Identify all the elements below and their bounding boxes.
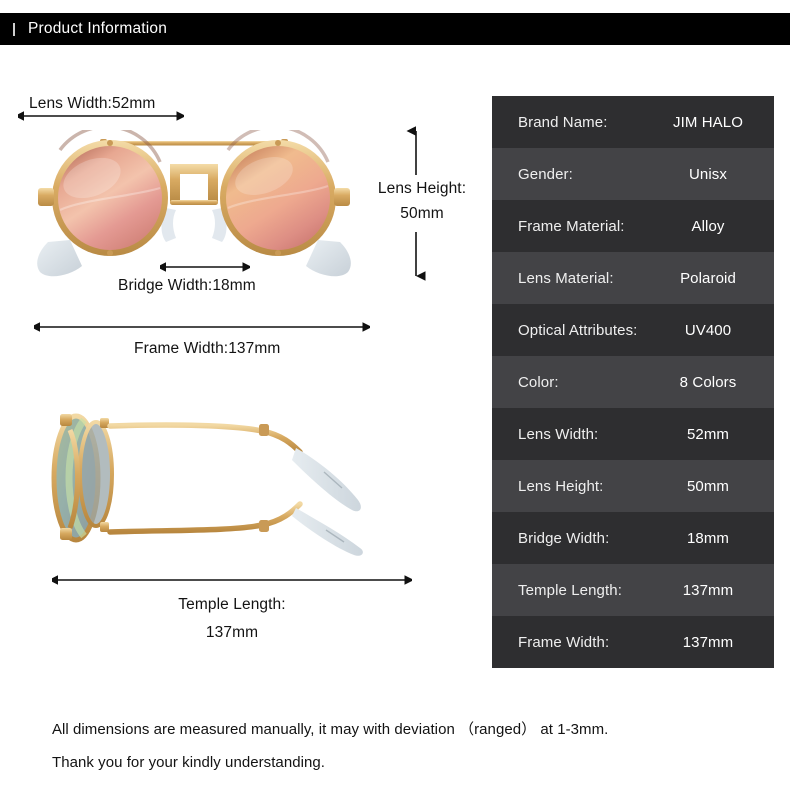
header-accent-tick [13, 22, 15, 36]
page-title: Product Information [28, 20, 168, 37]
sunglasses-side-view-image [51, 413, 363, 556]
footer-disclaimer: All dimensions are measured manually, it… [52, 713, 752, 779]
spec-value: 50mm [686, 477, 730, 495]
temple-length-dimension-label: Temple Length: 137mm [102, 591, 362, 647]
table-row: Brand Name: JIM HALO [492, 96, 774, 148]
spec-value: Alloy [691, 217, 725, 235]
table-row: Gender: Unisx [492, 148, 774, 200]
page-header: Product Information [0, 13, 790, 45]
spec-value: 18mm [686, 529, 730, 547]
bridge-width-dimension-label: Bridge Width:18mm [118, 277, 256, 294]
spec-label: Lens Height: [518, 477, 604, 495]
spec-value: 137mm [682, 581, 734, 599]
spec-label: Lens Material: [518, 269, 614, 287]
lens-height-label-line1: Lens Height: [377, 180, 467, 197]
table-row: Frame Material: Alloy [492, 200, 774, 252]
product-diagram-area: Lens Width:52mm Lens Height: 50mm Bridge… [0, 45, 490, 685]
table-row: Optical Attributes: UV400 [492, 304, 774, 356]
spec-value: 137mm [682, 633, 734, 651]
frame-width-dimension-label: Frame Width:137mm [134, 340, 281, 357]
spec-label: Color: [518, 373, 559, 391]
table-row: Lens Material: Polaroid [492, 252, 774, 304]
table-row: Temple Length: 137mm [492, 564, 774, 616]
specification-table: Brand Name: JIM HALO Gender: Unisx Frame… [492, 96, 774, 668]
spec-value: Unisx [688, 165, 727, 183]
table-row: Bridge Width: 18mm [492, 512, 774, 564]
table-row: Color: 8 Colors [492, 356, 774, 408]
spec-label: Lens Width: [518, 425, 599, 443]
footer-line-1: All dimensions are measured manually, it… [52, 721, 609, 738]
lens-height-arrow-top [406, 126, 417, 175]
spec-label: Brand Name: [518, 113, 608, 131]
spec-label: Frame Material: [518, 217, 625, 235]
spec-label: Temple Length: [518, 581, 622, 599]
footer-line-2: Thank you for your kindly understanding. [52, 754, 325, 771]
frame-width-arrow [34, 322, 370, 332]
temple-length-arrow [52, 575, 412, 585]
table-row: Lens Width: 52mm [492, 408, 774, 460]
lens-height-label-line2: 50mm [400, 205, 444, 222]
temple-length-label-line2: 137mm [205, 624, 259, 641]
spec-label: Optical Attributes: [518, 321, 638, 339]
spec-value: UV400 [684, 321, 732, 339]
table-row: Frame Width: 137mm [492, 616, 774, 668]
lens-width-arrow [18, 111, 184, 121]
spec-value: 8 Colors [679, 373, 737, 391]
lens-height-arrow-bottom [415, 232, 426, 281]
table-row: Lens Height: 50mm [492, 460, 774, 512]
temple-length-label-line1: Temple Length: [178, 596, 286, 613]
spec-label: Bridge Width: [518, 529, 610, 547]
spec-label: Frame Width: [518, 633, 610, 651]
spec-value: 52mm [686, 425, 730, 443]
spec-value: JIM HALO [673, 113, 743, 131]
lens-height-dimension-label: Lens Height: 50mm [368, 176, 476, 226]
bridge-width-arrow [160, 262, 250, 272]
spec-value: Polaroid [680, 269, 736, 287]
spec-label: Gender: [518, 165, 573, 183]
